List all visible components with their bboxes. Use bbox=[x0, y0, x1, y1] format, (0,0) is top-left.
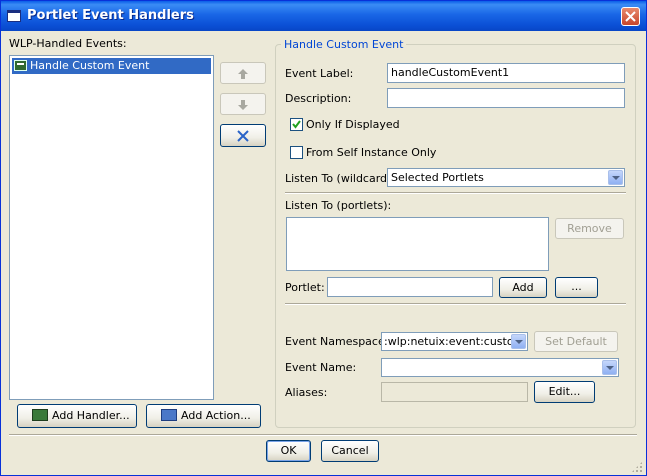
description-input[interactable] bbox=[387, 88, 625, 108]
event-namespace-label: Event Namespace: bbox=[285, 335, 389, 348]
event-label-input[interactable]: handleCustomEvent1 bbox=[387, 63, 625, 83]
chevron-down-icon[interactable] bbox=[602, 360, 617, 375]
resize-grip[interactable] bbox=[631, 461, 643, 473]
from-self-instance-checkbox[interactable] bbox=[290, 146, 303, 159]
description-label: Description: bbox=[285, 92, 352, 105]
footer-separator bbox=[9, 434, 637, 436]
chevron-down-icon[interactable] bbox=[511, 334, 526, 349]
listen-portlets-label: Listen To (portlets): bbox=[285, 199, 392, 212]
aliases-input bbox=[381, 382, 528, 402]
add-handler-icon bbox=[32, 409, 48, 421]
window-title: Portlet Event Handlers bbox=[27, 8, 194, 23]
event-namespace-value: :wlp:netuix:event:custom bbox=[384, 335, 525, 348]
move-up-button[interactable] bbox=[220, 62, 266, 84]
list-item[interactable]: Handle Custom Event bbox=[12, 58, 211, 74]
title-bar[interactable]: Portlet Event Handlers bbox=[1, 1, 646, 31]
add-action-label: Add Action... bbox=[181, 409, 251, 422]
close-button[interactable] bbox=[621, 7, 640, 26]
event-handler-icon bbox=[14, 60, 27, 71]
close-icon bbox=[625, 11, 636, 22]
separator bbox=[285, 192, 626, 194]
only-if-displayed-label: Only If Displayed bbox=[306, 118, 400, 131]
remove-button[interactable]: Remove bbox=[555, 218, 624, 239]
events-list-label: WLP-Handled Events: bbox=[9, 37, 127, 50]
chevron-down-icon[interactable] bbox=[608, 170, 623, 185]
listen-wildcard-label: Listen To (wildcard): bbox=[285, 172, 396, 185]
window-icon bbox=[7, 10, 21, 22]
arrow-up-icon bbox=[238, 69, 248, 79]
from-self-instance-label: From Self Instance Only bbox=[306, 146, 437, 159]
event-name-select[interactable] bbox=[381, 358, 619, 377]
cancel-button[interactable]: Cancel bbox=[321, 440, 379, 462]
event-namespace-select[interactable]: :wlp:netuix:event:custom bbox=[381, 332, 528, 351]
delete-button[interactable] bbox=[220, 124, 266, 147]
portlet-event-handlers-dialog: Portlet Event Handlers WLP-Handled Event… bbox=[0, 0, 647, 476]
listen-wildcard-value: Selected Portlets bbox=[391, 171, 484, 184]
listen-wildcard-select[interactable]: Selected Portlets bbox=[387, 168, 625, 187]
browse-portlet-button[interactable]: ... bbox=[555, 277, 598, 298]
portlet-label: Portlet: bbox=[285, 281, 325, 294]
events-list[interactable]: Handle Custom Event bbox=[9, 55, 214, 400]
add-action-icon bbox=[161, 409, 177, 421]
set-default-button[interactable]: Set Default bbox=[534, 331, 618, 352]
portlet-input[interactable] bbox=[327, 277, 493, 297]
checkmark-icon bbox=[292, 120, 301, 129]
add-handler-button[interactable]: Add Handler... bbox=[17, 404, 137, 428]
only-if-displayed-checkbox[interactable] bbox=[290, 118, 303, 131]
arrow-down-icon bbox=[238, 100, 248, 110]
move-down-button[interactable] bbox=[220, 93, 266, 115]
event-label-label: Event Label: bbox=[285, 67, 354, 80]
ok-button[interactable]: OK bbox=[266, 440, 311, 462]
aliases-label: Aliases: bbox=[285, 386, 328, 399]
list-item-label: Handle Custom Event bbox=[30, 59, 150, 72]
add-portlet-button[interactable]: Add bbox=[499, 277, 547, 298]
add-handler-label: Add Handler... bbox=[52, 409, 130, 422]
group-title: Handle Custom Event bbox=[281, 38, 407, 51]
delete-x-icon bbox=[237, 130, 249, 142]
separator bbox=[285, 303, 626, 305]
event-name-label: Event Name: bbox=[285, 361, 357, 374]
edit-aliases-button[interactable]: Edit... bbox=[534, 381, 595, 403]
add-action-button[interactable]: Add Action... bbox=[146, 404, 261, 428]
listen-portlets-list[interactable] bbox=[286, 217, 549, 271]
